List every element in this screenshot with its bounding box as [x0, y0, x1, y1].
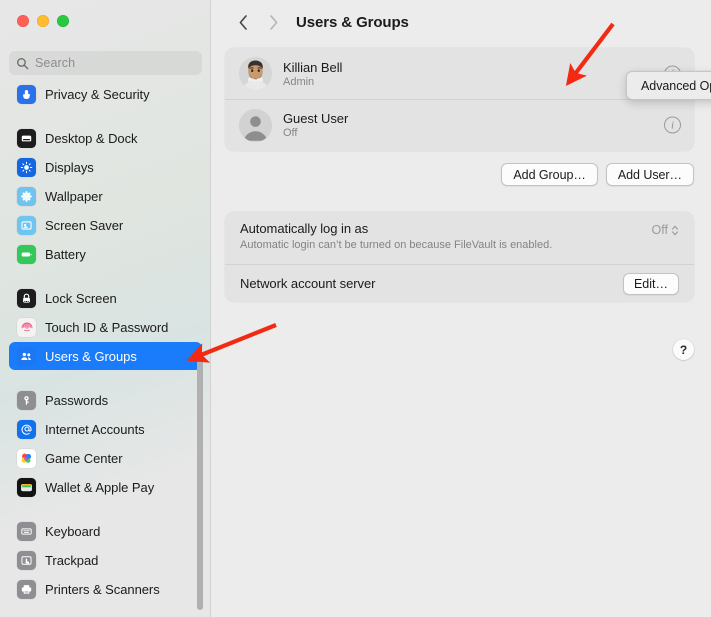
- hand-shield-icon: [17, 84, 36, 104]
- sidebar-item-label: Internet Accounts: [45, 421, 145, 437]
- search-icon: [16, 57, 29, 70]
- sidebar-item-label: Battery: [45, 246, 86, 262]
- help-button[interactable]: ?: [673, 339, 694, 360]
- generic-person-avatar: [239, 108, 272, 142]
- users-list-card: Killian Bell Admin i Guest User Off: [225, 48, 694, 151]
- sidebar-item-users-groups[interactable]: Users & Groups: [9, 342, 202, 370]
- brightness-icon: [17, 157, 36, 177]
- sidebar-item-battery[interactable]: Battery: [9, 240, 202, 268]
- keyboard-icon: [17, 521, 36, 541]
- auto-login-row: Automatically log in as Automatic login …: [225, 212, 694, 264]
- sidebar-nav-list: Privacy & Security Desktop & Dock Displa…: [0, 80, 210, 603]
- sidebar-item-label: Game Center: [45, 450, 123, 466]
- user-identity: Guest User Off: [283, 111, 348, 139]
- sidebar-item-label: Printers & Scanners: [45, 581, 160, 597]
- network-account-server-title: Network account server: [240, 276, 376, 291]
- minimize-button[interactable]: [37, 15, 49, 27]
- user-info-button[interactable]: i: [664, 116, 681, 134]
- forward-button[interactable]: [258, 8, 288, 36]
- sidebar-item-label: Desktop & Dock: [45, 130, 138, 146]
- user-row-killian-bell[interactable]: Killian Bell Admin i: [225, 48, 694, 99]
- sidebar-item-label: Wallpaper: [45, 188, 103, 204]
- toolbar: Users & Groups: [211, 0, 711, 44]
- user-action-buttons: Add Group… Add User…: [501, 163, 694, 186]
- auto-login-title: Automatically log in as: [240, 221, 369, 236]
- network-account-server-row: Network account server Edit…: [225, 264, 694, 302]
- sidebar-item-wallpaper[interactable]: Wallpaper: [9, 182, 202, 210]
- user-identity: Killian Bell Admin: [283, 60, 342, 88]
- search-field[interactable]: Search: [9, 51, 202, 75]
- context-menu: Advanced Options…: [626, 71, 711, 100]
- printer-icon: [17, 579, 36, 599]
- game-center-icon: [17, 448, 36, 468]
- sidebar-scroll-area[interactable]: Privacy & Security Desktop & Dock Displa…: [0, 80, 210, 617]
- sidebar: Search Privacy & Security Desktop & Dock: [0, 0, 211, 617]
- at-sign-icon: [17, 419, 36, 439]
- window-controls: [17, 15, 69, 27]
- add-group-button[interactable]: Add Group…: [501, 163, 598, 186]
- sidebar-item-passwords[interactable]: Passwords: [9, 386, 202, 414]
- menu-item-advanced-options[interactable]: Advanced Options…: [641, 79, 711, 93]
- sidebar-item-label: Keyboard: [45, 523, 101, 539]
- sidebar-item-internet-accounts[interactable]: Internet Accounts: [9, 415, 202, 443]
- sidebar-divider: [9, 502, 202, 517]
- sidebar-item-touch-id-password[interactable]: Touch ID & Password: [9, 313, 202, 341]
- sidebar-item-label: Passwords: [45, 392, 109, 408]
- screensaver-icon: [17, 215, 36, 235]
- lock-icon: [17, 288, 36, 308]
- sidebar-item-label: Trackpad: [45, 552, 99, 568]
- sidebar-item-label: Screen Saver: [45, 217, 124, 233]
- add-user-button[interactable]: Add User…: [605, 163, 694, 186]
- user-name: Guest User: [283, 111, 349, 126]
- auto-login-description: Automatic login can’t be turned on becau…: [240, 239, 553, 251]
- sidebar-scrollbar[interactable]: [197, 360, 203, 610]
- memoji-avatar: [239, 57, 272, 90]
- system-settings-window: Search Privacy & Security Desktop & Dock: [0, 0, 711, 617]
- sidebar-item-keyboard[interactable]: Keyboard: [9, 517, 202, 545]
- edit-network-account-server-button[interactable]: Edit…: [622, 272, 679, 295]
- chevron-up-down-icon: [671, 224, 679, 237]
- sidebar-item-privacy-security[interactable]: Privacy & Security: [9, 80, 202, 108]
- trackpad-icon: [17, 550, 36, 570]
- key-icon: [17, 390, 36, 410]
- sidebar-item-printers-scanners[interactable]: Printers & Scanners: [9, 575, 202, 603]
- sidebar-item-screen-saver[interactable]: Screen Saver: [9, 211, 202, 239]
- sidebar-divider: [9, 371, 202, 386]
- sidebar-item-desktop-dock[interactable]: Desktop & Dock: [9, 124, 202, 152]
- user-row-guest-user[interactable]: Guest User Off i: [225, 99, 694, 150]
- user-status: Off: [283, 127, 298, 139]
- search-placeholder: Search: [35, 56, 76, 70]
- dock-icon: [17, 128, 36, 148]
- close-button[interactable]: [17, 15, 29, 27]
- user-name: Killian Bell: [283, 59, 343, 75]
- page-title: Users & Groups: [296, 13, 409, 31]
- sidebar-item-lock-screen[interactable]: Lock Screen: [9, 284, 202, 312]
- sidebar-item-wallet-apple-pay[interactable]: Wallet & Apple Pay: [9, 473, 202, 501]
- sidebar-item-label: Privacy & Security: [45, 86, 150, 102]
- sidebar-item-trackpad[interactable]: Trackpad: [9, 546, 202, 574]
- sidebar-divider: [9, 109, 202, 124]
- auto-login-value: Off: [651, 223, 668, 237]
- sidebar-item-displays[interactable]: Displays: [9, 153, 202, 181]
- user-status: Admin: [283, 75, 315, 88]
- back-button[interactable]: [228, 8, 258, 36]
- sidebar-divider: [9, 269, 202, 284]
- wallet-icon: [17, 477, 36, 497]
- auto-login-popup-button[interactable]: Off: [652, 223, 679, 237]
- sidebar-item-label: Lock Screen: [45, 290, 117, 306]
- users-icon: [17, 346, 36, 366]
- sidebar-item-game-center[interactable]: Game Center: [9, 444, 202, 472]
- fingerprint-icon: [17, 317, 36, 337]
- battery-icon: [17, 244, 36, 264]
- login-settings-card: Automatically log in as Automatic login …: [225, 212, 694, 302]
- sidebar-item-label: Wallet & Apple Pay: [45, 479, 155, 495]
- zoom-button[interactable]: [57, 15, 69, 27]
- main-content: Users & Groups Killian Bell Admin Guest …: [211, 0, 711, 617]
- sidebar-item-label: Displays: [45, 159, 94, 175]
- sidebar-item-label: Users & Groups: [45, 348, 137, 364]
- sidebar-item-label: Touch ID & Password: [45, 319, 169, 335]
- flower-icon: [17, 186, 36, 206]
